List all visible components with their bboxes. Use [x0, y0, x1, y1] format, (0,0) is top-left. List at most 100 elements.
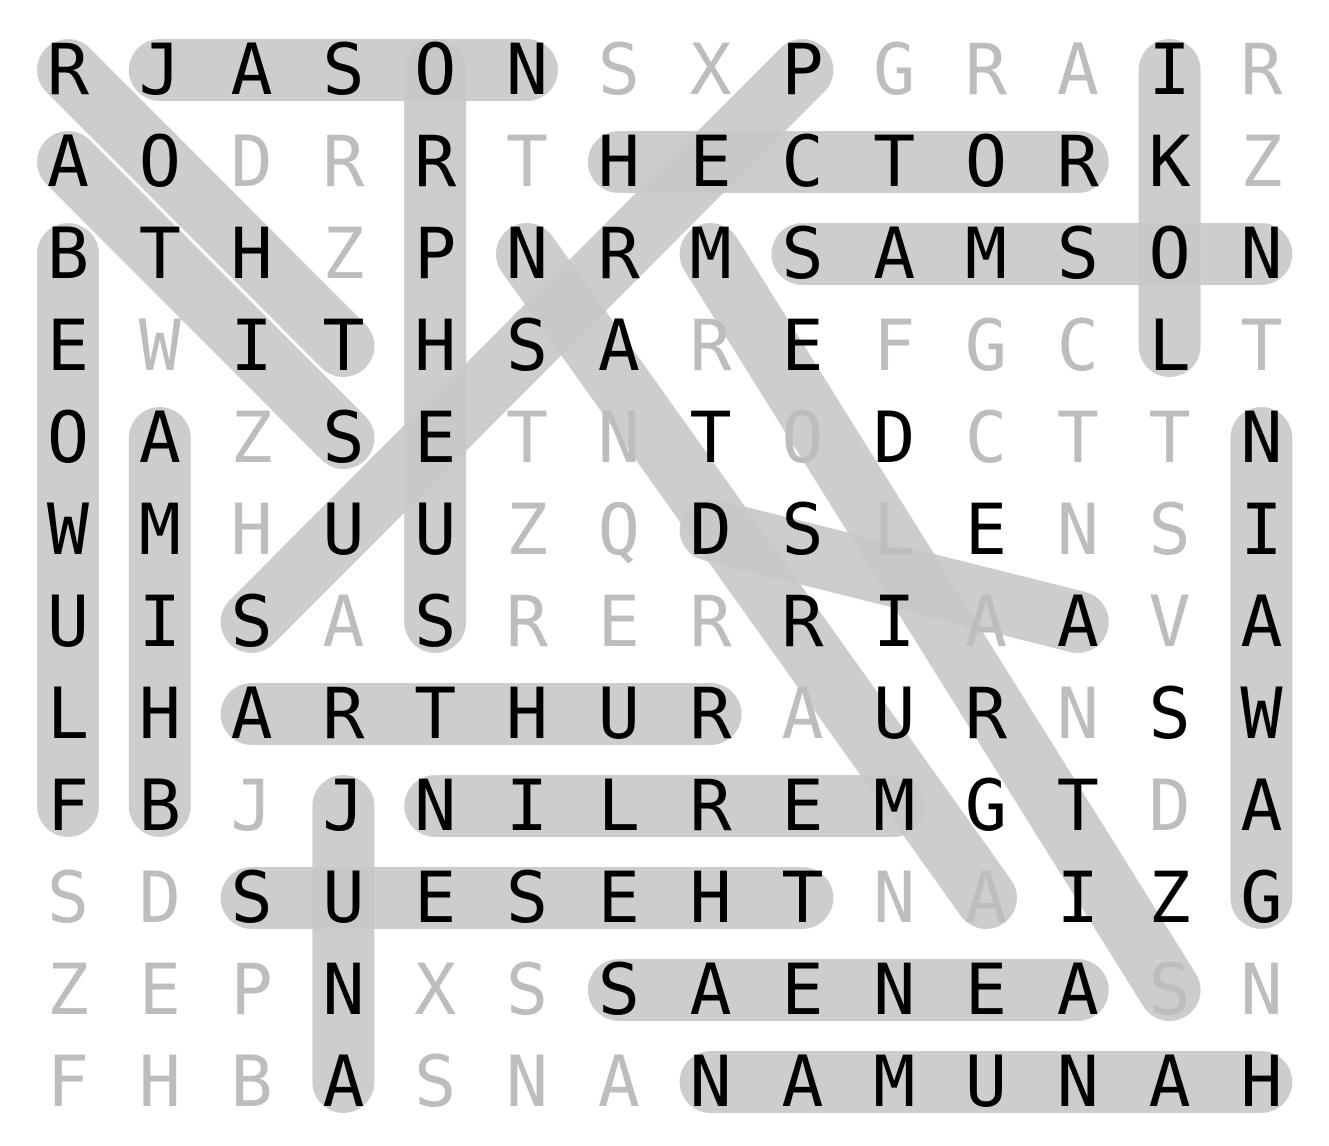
grid-cell[interactable]: W — [1215, 668, 1307, 760]
grid-cell[interactable]: H — [481, 668, 573, 760]
grid-cell[interactable]: T — [389, 668, 481, 760]
grid-cell[interactable]: Q — [573, 484, 665, 576]
grid-cell[interactable]: N — [1032, 484, 1124, 576]
grid-cell[interactable]: S — [481, 944, 573, 1036]
grid-cell[interactable]: A — [573, 1036, 665, 1128]
grid-cell[interactable]: R — [665, 760, 757, 852]
grid-cell[interactable]: S — [756, 208, 848, 300]
grid-cell[interactable]: D — [206, 116, 298, 208]
grid-cell[interactable]: C — [1032, 300, 1124, 392]
grid-cell[interactable]: N — [297, 944, 389, 1036]
grid-cell[interactable]: L — [22, 668, 114, 760]
grid-cell[interactable]: O — [940, 116, 1032, 208]
grid-cell[interactable]: A — [940, 852, 1032, 944]
grid-cell[interactable]: I — [114, 576, 206, 668]
grid-cell[interactable]: L — [1124, 300, 1216, 392]
grid-cell[interactable]: U — [573, 668, 665, 760]
grid-cell[interactable]: T — [1124, 392, 1216, 484]
grid-cell[interactable]: O — [1124, 208, 1216, 300]
grid-cell[interactable]: O — [22, 392, 114, 484]
grid-cell[interactable]: W — [114, 300, 206, 392]
grid-cell[interactable]: X — [665, 24, 757, 116]
grid-cell[interactable]: R — [665, 576, 757, 668]
grid-cell[interactable]: I — [481, 760, 573, 852]
grid-cell[interactable]: R — [297, 668, 389, 760]
grid-cell[interactable]: N — [848, 852, 940, 944]
grid-cell[interactable]: G — [848, 24, 940, 116]
grid-cell[interactable]: N — [481, 1036, 573, 1128]
grid-cell[interactable]: N — [481, 208, 573, 300]
grid-cell[interactable]: H — [1215, 1036, 1307, 1128]
grid-cell[interactable]: U — [848, 668, 940, 760]
grid-cell[interactable]: D — [848, 392, 940, 484]
grid-cell[interactable]: N — [481, 24, 573, 116]
grid-cell[interactable]: J — [114, 24, 206, 116]
grid-cell[interactable]: E — [756, 300, 848, 392]
grid-cell[interactable]: I — [1215, 484, 1307, 576]
grid-cell[interactable]: N — [848, 944, 940, 1036]
grid-cell[interactable]: A — [206, 668, 298, 760]
grid-cell[interactable]: M — [665, 208, 757, 300]
grid-cell[interactable]: M — [848, 760, 940, 852]
grid-cell[interactable]: T — [756, 852, 848, 944]
grid-cell[interactable]: N — [573, 392, 665, 484]
grid-cell[interactable]: B — [114, 760, 206, 852]
grid-cell[interactable]: A — [665, 944, 757, 1036]
grid-cell[interactable]: S — [1032, 208, 1124, 300]
grid-cell[interactable]: T — [665, 392, 757, 484]
grid-cell[interactable]: R — [389, 116, 481, 208]
grid-cell[interactable]: Z — [1124, 852, 1216, 944]
grid-cell[interactable]: U — [297, 484, 389, 576]
grid-cell[interactable]: H — [665, 852, 757, 944]
grid-cell[interactable]: R — [1215, 24, 1307, 116]
grid-cell[interactable]: Z — [1215, 116, 1307, 208]
grid-cell[interactable]: N — [1215, 208, 1307, 300]
grid-cell[interactable]: G — [940, 300, 1032, 392]
grid-cell[interactable]: A — [1215, 576, 1307, 668]
grid-cell[interactable]: M — [848, 1036, 940, 1128]
grid-cell[interactable]: N — [1032, 668, 1124, 760]
grid-cell[interactable]: S — [206, 852, 298, 944]
grid-cell[interactable]: S — [573, 24, 665, 116]
grid-cell[interactable]: F — [22, 760, 114, 852]
grid-cell[interactable]: S — [481, 300, 573, 392]
grid-cell[interactable]: W — [22, 484, 114, 576]
grid-cell[interactable]: A — [573, 300, 665, 392]
grid-cell[interactable]: Z — [481, 484, 573, 576]
grid-cell[interactable]: A — [1032, 944, 1124, 1036]
grid-cell[interactable]: I — [1032, 852, 1124, 944]
grid-cell[interactable]: S — [297, 392, 389, 484]
grid-cell[interactable]: O — [389, 24, 481, 116]
grid-cell[interactable]: Z — [206, 392, 298, 484]
grid-cell[interactable]: R — [940, 668, 1032, 760]
grid-cell[interactable]: A — [206, 24, 298, 116]
grid-cell[interactable]: A — [297, 576, 389, 668]
grid-cell[interactable]: O — [756, 392, 848, 484]
grid-cell[interactable]: U — [940, 1036, 1032, 1128]
grid-cell[interactable]: H — [114, 1036, 206, 1128]
grid-cell[interactable]: N — [1215, 944, 1307, 1036]
grid-cell[interactable]: A — [1032, 24, 1124, 116]
grid-cell[interactable]: M — [940, 208, 1032, 300]
grid-cell[interactable]: S — [1124, 484, 1216, 576]
grid-cell[interactable]: T — [481, 116, 573, 208]
grid-cell[interactable]: U — [22, 576, 114, 668]
grid-cell[interactable]: R — [940, 24, 1032, 116]
grid-cell[interactable]: E — [573, 852, 665, 944]
grid-cell[interactable]: I — [1124, 24, 1216, 116]
grid-cell[interactable]: S — [206, 576, 298, 668]
grid-cell[interactable]: S — [756, 484, 848, 576]
grid-cell[interactable]: A — [756, 668, 848, 760]
grid-cell[interactable]: V — [1124, 576, 1216, 668]
grid-cell[interactable]: P — [206, 944, 298, 1036]
grid-cell[interactable]: G — [1215, 852, 1307, 944]
grid-cell[interactable]: E — [940, 484, 1032, 576]
grid-cell[interactable]: A — [756, 1036, 848, 1128]
grid-cell[interactable]: E — [756, 944, 848, 1036]
grid-cell[interactable]: B — [206, 1036, 298, 1128]
grid-cell[interactable]: A — [22, 116, 114, 208]
grid-cell[interactable]: S — [389, 576, 481, 668]
grid-cell[interactable]: E — [114, 944, 206, 1036]
grid-cell[interactable]: H — [206, 484, 298, 576]
grid-cell[interactable]: A — [1215, 760, 1307, 852]
